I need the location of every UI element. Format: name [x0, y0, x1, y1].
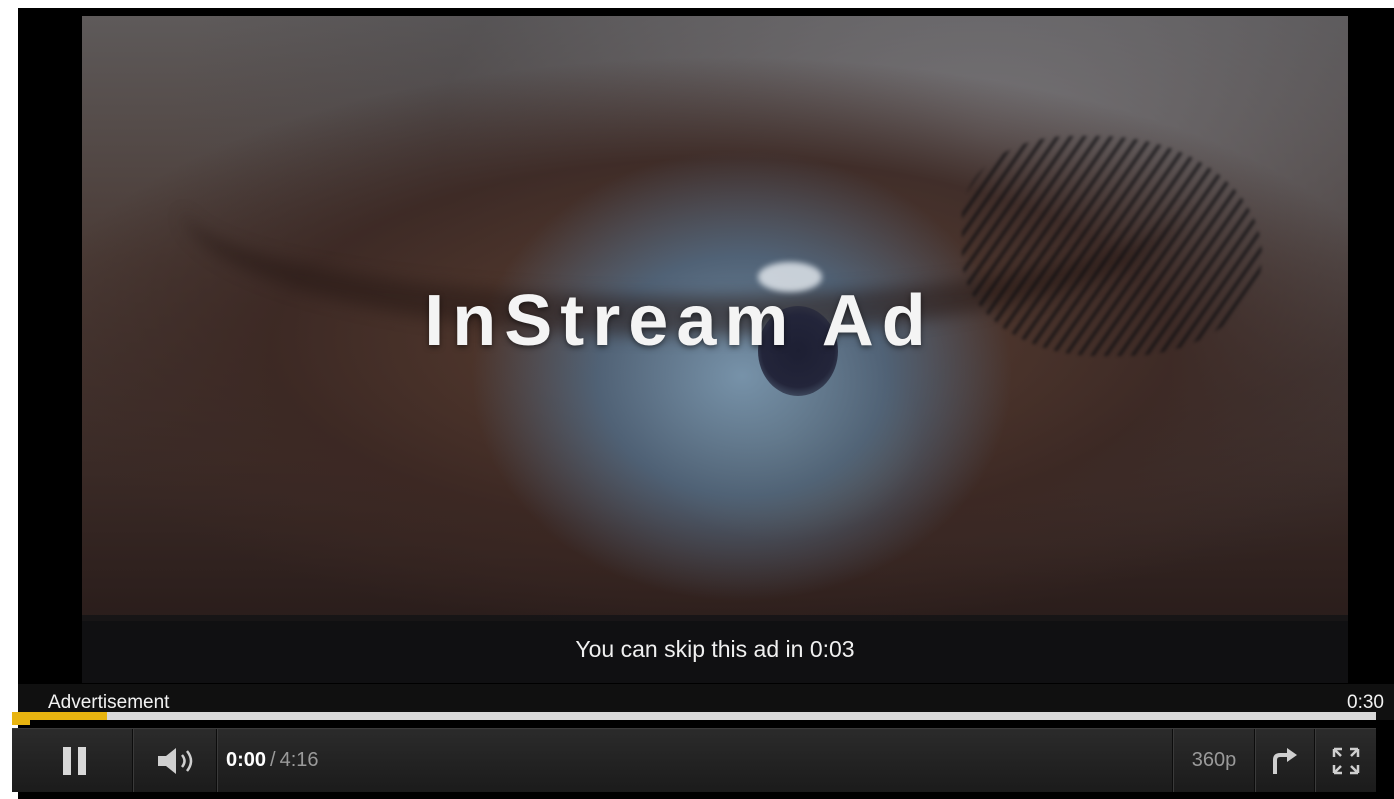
total-time: 4:16 — [279, 749, 319, 771]
progress-bar[interactable] — [12, 712, 1376, 725]
time-display: 0:00 / 4:16 — [226, 729, 386, 792]
skip-countdown-text: You can skip this ad in 0:03 — [575, 635, 855, 662]
divider — [1314, 729, 1315, 792]
progress-fill — [12, 712, 108, 720]
skip-ad-banner: You can skip this ad in 0:03 — [82, 615, 1348, 683]
divider — [132, 729, 133, 792]
video-player[interactable]: You can skip this ad in 0:03 Advertiseme… — [18, 8, 1394, 799]
progress-marker — [12, 720, 30, 725]
volume-button[interactable] — [148, 729, 208, 792]
quality-button[interactable]: 360p — [1176, 729, 1252, 792]
share-button[interactable] — [1256, 729, 1312, 792]
control-bar: 0:00 / 4:16 360p — [12, 728, 1376, 792]
time-separator: / — [270, 749, 276, 771]
fullscreen-button[interactable] — [1318, 729, 1374, 792]
pause-icon — [62, 746, 86, 775]
ad-title-overlay: InStream Ad — [424, 281, 934, 361]
current-time: 0:00 — [226, 749, 267, 771]
volume-icon — [158, 747, 193, 774]
ad-duration: 0:30 — [1347, 692, 1384, 713]
divider — [216, 729, 217, 792]
quality-label: 360p — [1191, 749, 1237, 771]
divider — [1254, 729, 1255, 792]
advertisement-label: Advertisement — [48, 692, 170, 713]
divider — [1172, 729, 1173, 792]
pause-button[interactable] — [32, 729, 116, 792]
share-icon — [1273, 747, 1297, 774]
fullscreen-icon — [1332, 747, 1360, 774]
